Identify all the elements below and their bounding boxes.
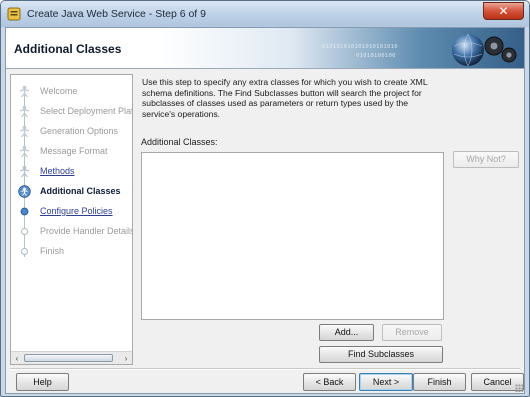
next-button[interactable]: Next > xyxy=(359,373,413,391)
additional-classes-list[interactable] xyxy=(141,152,444,320)
globe-gears-logo-icon xyxy=(452,33,517,67)
step-configure-policies[interactable]: Configure Policies xyxy=(11,201,132,221)
step-node-icon xyxy=(20,207,29,216)
steps-horizontal-scrollbar[interactable]: ‹ › xyxy=(11,351,132,364)
step-node-icon xyxy=(21,228,28,235)
banner-binary-text: 010101010101010101010 xyxy=(322,44,398,50)
step-welcome: Welcome xyxy=(11,81,132,101)
footer-separator xyxy=(10,368,520,370)
step-label: Message Format xyxy=(40,146,108,156)
scroll-right-icon[interactable]: › xyxy=(121,354,131,363)
step-node-icon xyxy=(21,248,28,255)
step-label: Select Deployment Platform xyxy=(40,106,132,116)
step-figure-icon xyxy=(19,85,30,98)
scroll-left-icon[interactable]: ‹ xyxy=(12,354,22,363)
close-button[interactable]: ✕ xyxy=(483,2,524,20)
step-figure-icon xyxy=(19,165,30,178)
step-additional-classes: Additional Classes xyxy=(11,181,132,201)
step-methods[interactable]: Methods xyxy=(11,161,132,181)
header-banner: Additional Classes 010101010101010101010… xyxy=(6,28,524,69)
banner-binary-text-2: 01010100100 xyxy=(356,53,396,59)
step-provide-handler-details: Provide Handler Details xyxy=(11,221,132,241)
wizard-window: Create Java Web Service - Step 6 of 9 ✕ … xyxy=(0,0,530,397)
title-bar[interactable]: Create Java Web Service - Step 6 of 9 ✕ xyxy=(1,1,529,27)
step-figure-icon xyxy=(19,105,30,118)
additional-classes-label: Additional Classes: xyxy=(141,137,218,147)
find-subclasses-button[interactable]: Find Subclasses xyxy=(319,346,443,363)
wizard-steps-list: Welcome Select Deployment Platform Gener… xyxy=(11,75,132,351)
step-label: Additional Classes xyxy=(40,186,121,196)
scrollbar-thumb[interactable] xyxy=(24,354,113,362)
java-web-service-icon xyxy=(7,7,21,21)
finish-button[interactable]: Finish xyxy=(413,373,466,391)
wizard-steps-panel: Welcome Select Deployment Platform Gener… xyxy=(10,74,133,365)
step-label: Generation Options xyxy=(40,126,119,136)
resize-grip[interactable] xyxy=(515,384,523,392)
help-button[interactable]: Help xyxy=(16,373,69,391)
step-label: Finish xyxy=(40,246,65,256)
back-button[interactable]: < Back xyxy=(303,373,356,391)
step-figure-icon xyxy=(19,145,30,158)
page-title: Additional Classes xyxy=(14,42,122,56)
step-label[interactable]: Configure Policies xyxy=(40,206,113,216)
current-step-icon xyxy=(18,185,31,198)
window-title: Create Java Web Service - Step 6 of 9 xyxy=(27,8,206,20)
why-not-button[interactable]: Why Not? xyxy=(453,151,519,168)
step-figure-icon xyxy=(19,125,30,138)
step-message-format: Message Format xyxy=(11,141,132,161)
close-icon: ✕ xyxy=(498,4,509,18)
step-label: Welcome xyxy=(40,86,78,96)
step-description: Use this step to specify any extra class… xyxy=(142,77,428,119)
remove-button[interactable]: Remove xyxy=(382,324,442,341)
step-label: Provide Handler Details xyxy=(40,226,132,236)
add-button[interactable]: Add... xyxy=(319,324,374,341)
step-generation-options: Generation Options xyxy=(11,121,132,141)
dialog-client-area: Additional Classes 010101010101010101010… xyxy=(5,27,525,394)
step-select-deployment-platform: Select Deployment Platform xyxy=(11,101,132,121)
step-finish: Finish xyxy=(11,241,132,261)
step-label[interactable]: Methods xyxy=(40,166,75,176)
